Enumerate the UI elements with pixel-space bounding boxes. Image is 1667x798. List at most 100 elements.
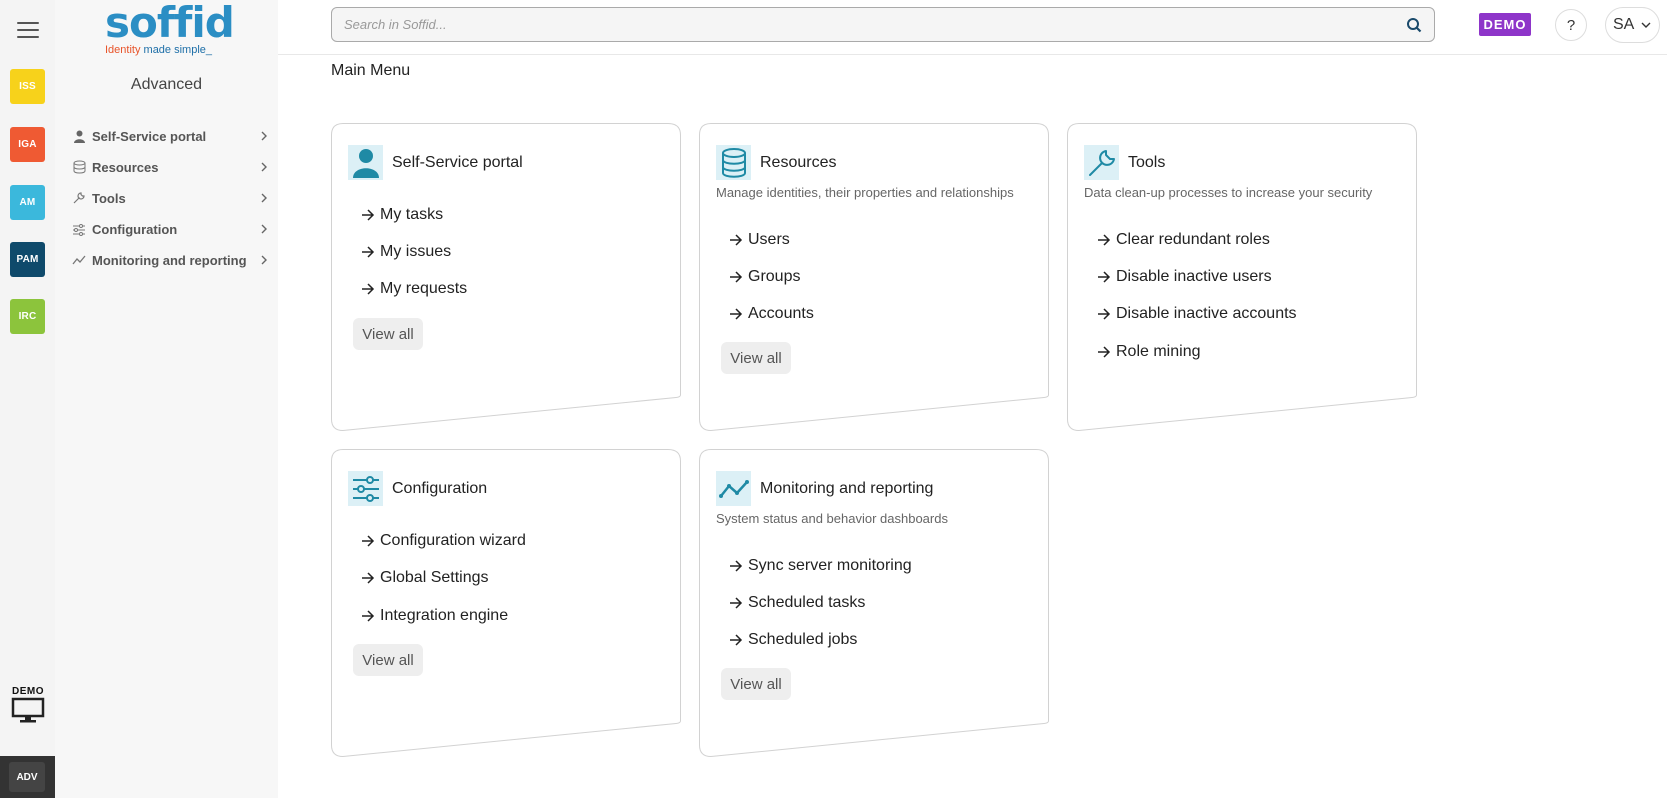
page-title: Main Menu (331, 62, 411, 79)
sliders-icon (348, 471, 383, 506)
arrow-right-icon (730, 597, 743, 609)
view-all-button[interactable]: View all (721, 668, 791, 700)
card-title: Monitoring and reporting (760, 479, 934, 497)
app-rail: ISS IGA AM PAM IRC DEMO ADV (0, 0, 55, 798)
demo-monitor-button[interactable]: DEMO (8, 686, 48, 728)
chevron-right-icon (261, 224, 267, 234)
card-link[interactable]: Clear redundant roles (1097, 231, 1270, 249)
arrow-right-icon (362, 572, 375, 584)
card-link[interactable]: Accounts (729, 305, 814, 323)
header-divider (278, 54, 1667, 55)
user-initials: SA (1613, 16, 1635, 33)
card-header: Self-Service portal (348, 145, 523, 180)
arrow-right-icon (1098, 234, 1111, 246)
card-description: System status and behavior dashboards (716, 511, 948, 526)
sidebar: soffid Identity made simple_ Advanced Se… (55, 0, 278, 798)
card-link[interactable]: Disable inactive accounts (1097, 305, 1297, 323)
arrow-right-icon (730, 234, 743, 246)
card-title: Self-Service portal (392, 153, 523, 171)
card-configuration: Configuration Configuration wizard Globa… (331, 449, 681, 758)
chart-line-icon (70, 251, 88, 269)
sidebar-item-label: Configuration (92, 221, 178, 237)
arrow-right-icon (730, 308, 743, 320)
logo-word: soffid (105, 0, 235, 47)
sidebar-item-label: Self-Service portal (92, 128, 207, 144)
card-link[interactable]: Integration engine (361, 607, 508, 625)
demo-badge[interactable]: DEMO (1479, 13, 1531, 36)
card-title: Resources (760, 153, 837, 171)
search-icon[interactable] (1406, 17, 1422, 33)
advanced-app-button[interactable]: ADV (0, 756, 55, 798)
app-am-button[interactable]: AM (10, 185, 45, 220)
sidebar-title: Advanced (130, 76, 203, 93)
arrow-right-icon (362, 610, 375, 622)
logo-tagline: Identity made simple_ (105, 44, 213, 56)
arrow-right-icon (362, 209, 375, 221)
app-iga-button[interactable]: IGA (10, 127, 45, 162)
card-link[interactable]: Global Settings (361, 569, 489, 587)
view-all-button[interactable]: View all (353, 644, 423, 676)
sidebar-item-label: Resources (92, 159, 159, 175)
card-description: Data clean-up processes to increase your… (1084, 185, 1373, 200)
sidebar-item-tools[interactable]: Tools (70, 186, 270, 210)
app-iss-button[interactable]: ISS (10, 69, 45, 104)
card-title: Configuration (392, 479, 488, 497)
chevron-right-icon (261, 162, 267, 172)
card-link[interactable]: Role mining (1097, 343, 1200, 361)
arrow-right-icon (362, 246, 375, 258)
card-link[interactable]: Disable inactive users (1097, 268, 1272, 286)
person-icon (348, 145, 383, 180)
card-link[interactable]: My issues (361, 243, 451, 261)
arrow-right-icon (730, 560, 743, 572)
monitor-icon (11, 697, 45, 723)
card-link[interactable]: Scheduled tasks (729, 594, 865, 612)
sidebar-item-self-service[interactable]: Self-Service portal (70, 124, 270, 148)
adv-label: ADV (9, 762, 45, 792)
card-resources: Resources Manage identities, their prope… (699, 123, 1049, 432)
chevron-right-icon (261, 131, 267, 141)
app-pam-button[interactable]: PAM (10, 242, 45, 277)
card-link[interactable]: Sync server monitoring (729, 557, 912, 575)
database-icon (70, 158, 88, 176)
sidebar-item-label: Tools (92, 190, 126, 206)
view-all-button[interactable]: View all (721, 342, 791, 374)
user-menu-button[interactable]: SA (1605, 7, 1660, 43)
chart-line-icon (716, 471, 751, 506)
card-link[interactable]: Scheduled jobs (729, 631, 857, 649)
card-title: Tools (1128, 153, 1166, 171)
arrow-right-icon (1098, 271, 1111, 283)
sidebar-item-label: Monitoring and reporting (92, 252, 247, 268)
card-header: Tools (1084, 145, 1165, 180)
hamburger-menu-icon[interactable] (17, 22, 39, 40)
arrow-right-icon (1098, 308, 1111, 320)
card-link[interactable]: Users (729, 231, 790, 249)
sidebar-item-monitoring[interactable]: Monitoring and reporting (70, 248, 270, 272)
search-input[interactable] (344, 17, 1406, 32)
database-icon (716, 145, 751, 180)
help-button[interactable]: ? (1555, 9, 1587, 41)
soffid-logo[interactable]: soffid Identity made simple_ (105, 0, 235, 60)
card-tools: Tools Data clean-up processes to increas… (1067, 123, 1417, 432)
card-self-service: Self-Service portal My tasks My issues M… (331, 123, 681, 432)
card-monitoring: Monitoring and reporting System status a… (699, 449, 1049, 758)
chevron-right-icon (261, 255, 267, 265)
sidebar-item-configuration[interactable]: Configuration (70, 217, 270, 241)
app-irc-button[interactable]: IRC (10, 299, 45, 334)
wrench-icon (70, 189, 88, 207)
arrow-right-icon (362, 283, 375, 295)
card-description: Manage identities, their properties and … (716, 185, 1014, 200)
wrench-icon (1084, 145, 1119, 180)
arrow-right-icon (730, 634, 743, 646)
chevron-right-icon (261, 193, 267, 203)
search-bar (331, 7, 1435, 42)
view-all-button[interactable]: View all (353, 318, 423, 350)
arrow-right-icon (362, 535, 375, 547)
card-link[interactable]: My requests (361, 280, 467, 298)
sidebar-item-resources[interactable]: Resources (70, 155, 270, 179)
card-link[interactable]: My tasks (361, 206, 443, 224)
card-link[interactable]: Groups (729, 268, 800, 286)
card-header: Configuration (348, 471, 487, 506)
card-header: Monitoring and reporting (716, 471, 933, 506)
card-link[interactable]: Configuration wizard (361, 532, 526, 550)
arrow-right-icon (1098, 346, 1111, 358)
